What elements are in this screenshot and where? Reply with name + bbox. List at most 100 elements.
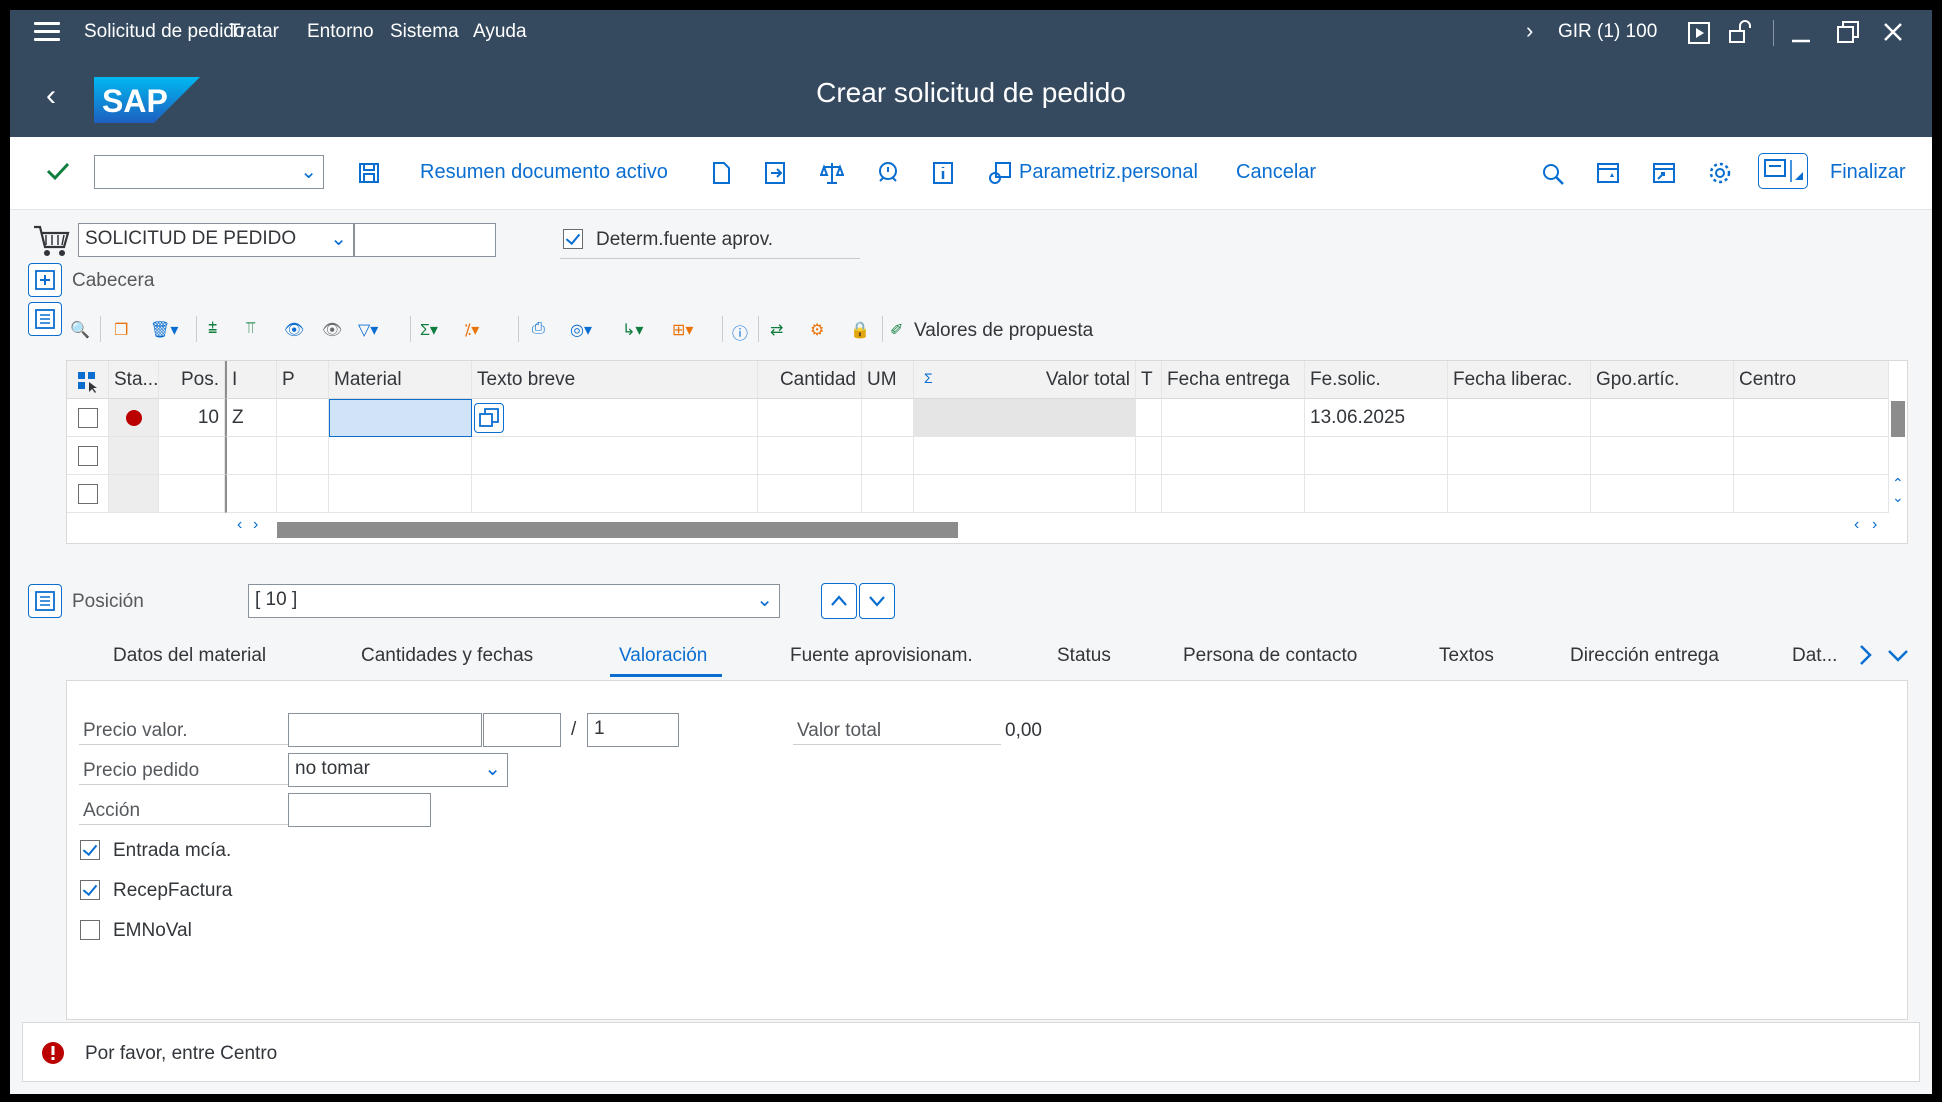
default-values-icon[interactable]: ✐ <box>890 320 903 340</box>
col-release-date[interactable]: Fecha liberac. <box>1448 361 1591 399</box>
chevron-right-icon[interactable]: › <box>1526 18 1533 44</box>
source-determination-checkbox[interactable] <box>563 229 583 249</box>
quantity-cell[interactable] <box>758 399 862 437</box>
command-field[interactable]: ⌄ <box>94 155 324 189</box>
scroll-thumb[interactable] <box>277 522 958 538</box>
scroll-left-icon[interactable]: ‹ <box>1854 516 1859 534</box>
help-search-icon[interactable] <box>876 161 900 185</box>
print-icon[interactable]: ⎙ <box>532 320 545 338</box>
personal-settings-icon[interactable] <box>988 161 1012 185</box>
menu-entorno[interactable]: Entorno <box>307 21 374 43</box>
tab-texts[interactable]: Textos <box>1439 645 1494 667</box>
personal-settings-button[interactable]: Parametriz.personal <box>1019 161 1198 184</box>
plant-cell[interactable] <box>1734 399 1889 437</box>
price-unit-input[interactable]: 1 <box>587 713 679 747</box>
col-p[interactable]: P <box>277 361 329 399</box>
sort-ascending-icon[interactable]: ⩲ <box>208 320 217 338</box>
close-icon[interactable] <box>1882 21 1904 43</box>
col-position[interactable]: Pos. <box>159 361 225 399</box>
save-icon[interactable] <box>358 162 380 184</box>
default-values-button[interactable]: Valores de propuesta <box>914 320 1093 342</box>
quantity-cell[interactable] <box>758 437 862 475</box>
p-cell[interactable] <box>277 399 329 437</box>
minimize-icon[interactable] <box>1790 22 1812 44</box>
new-window-icon[interactable] <box>1596 161 1620 185</box>
horizontal-scrollbar[interactable]: ‹ › ‹ › <box>67 516 1907 543</box>
col-t[interactable]: T <box>1136 361 1162 399</box>
t-cell[interactable] <box>1136 399 1162 437</box>
services-icon[interactable]: ⚙ <box>810 320 824 340</box>
col-request-date[interactable]: Fe.solic. <box>1305 361 1448 399</box>
col-short-text[interactable]: Texto breve <box>472 361 758 399</box>
tab-valuation[interactable]: Valoración <box>619 645 707 667</box>
scroll-thumb[interactable] <box>1891 401 1905 437</box>
row-checkbox[interactable] <box>78 408 98 428</box>
request-date-cell[interactable]: 13.06.2025 <box>1305 399 1448 437</box>
finish-button[interactable]: Finalizar <box>1830 161 1906 184</box>
action-input[interactable] <box>288 793 431 827</box>
scroll-down-icon[interactable]: ⌄ <box>1892 489 1904 506</box>
chevron-down-icon[interactable]: ⌄ <box>300 159 317 184</box>
release-date-cell[interactable] <box>1448 437 1591 475</box>
position-cell[interactable]: 10 <box>159 399 225 437</box>
delivery-date-cell[interactable] <box>1162 475 1305 513</box>
scroll-right-icon[interactable]: › <box>1872 516 1877 534</box>
sort-descending-icon[interactable]: ⫪ <box>246 320 255 338</box>
material-group-cell[interactable] <box>1591 437 1734 475</box>
menu-tratar[interactable]: Tratar <box>229 21 279 43</box>
unlock-icon[interactable] <box>1728 20 1752 44</box>
short-text-cell[interactable] <box>472 399 758 437</box>
col-plant[interactable]: Centro <box>1734 361 1889 399</box>
next-item-button[interactable] <box>859 583 895 619</box>
tab-quantities-dates[interactable]: Cantidades y fechas <box>361 645 533 667</box>
item-category-cell[interactable] <box>225 475 277 513</box>
grid-info-icon[interactable]: ⓘ <box>732 320 748 344</box>
scroll-right-icon[interactable]: › <box>253 516 258 534</box>
customize-layout-button[interactable] <box>1758 153 1808 189</box>
search-icon[interactable] <box>1542 163 1564 185</box>
short-text-cell[interactable] <box>472 475 758 513</box>
col-unit[interactable]: UM <box>862 361 914 399</box>
row-select[interactable] <box>67 437 109 475</box>
subtotal-icon[interactable]: ⁒▾ <box>464 320 479 340</box>
menu-ayuda[interactable]: Ayuda <box>473 21 527 43</box>
restore-icon[interactable] <box>1836 20 1860 44</box>
request-date-cell[interactable] <box>1305 437 1448 475</box>
chevron-down-icon[interactable]: ⌄ <box>756 587 773 612</box>
tab-source-of-supply[interactable]: Fuente aprovisionam. <box>790 645 973 667</box>
col-quantity[interactable]: Cantidad <box>758 361 862 399</box>
item-category-cell[interactable] <box>225 437 277 475</box>
row-select[interactable] <box>67 399 109 437</box>
position-cell[interactable] <box>159 475 225 513</box>
material-cell[interactable] <box>329 437 472 475</box>
layout-icon[interactable]: ⊞▾ <box>672 320 693 340</box>
tab-delivery-address[interactable]: Dirección entrega <box>1570 645 1719 667</box>
col-total-value[interactable]: Σ Valor total <box>914 361 1136 399</box>
position-cell[interactable] <box>159 437 225 475</box>
currency-input[interactable] <box>483 713 561 747</box>
expand-header-button[interactable] <box>28 263 62 297</box>
item-category-cell[interactable]: Z <box>225 399 277 437</box>
delete-row-icon[interactable]: 🗑▾ <box>150 320 178 340</box>
tab-contact-person[interactable]: Persona de contacto <box>1183 645 1357 667</box>
document-overview-icon[interactable]: ⇄ <box>770 320 783 340</box>
unit-cell[interactable] <box>862 399 914 437</box>
menu-sistema[interactable]: Sistema <box>390 21 459 43</box>
p-cell[interactable] <box>277 475 329 513</box>
material-group-cell[interactable] <box>1591 399 1734 437</box>
invoice-receipt-checkbox[interactable] <box>80 880 100 900</box>
scroll-left-icon[interactable]: ‹ <box>237 516 242 534</box>
chevron-down-icon[interactable] <box>1887 648 1909 664</box>
balance-scale-icon[interactable] <box>820 161 844 185</box>
unit-cell[interactable] <box>862 437 914 475</box>
short-text-cell[interactable] <box>472 437 758 475</box>
filter-icon[interactable]: ▽▾ <box>358 320 378 340</box>
sum-icon[interactable]: Σ▾ <box>420 320 438 340</box>
col-status[interactable]: Sta... <box>109 361 159 399</box>
doc-type-select[interactable]: SOLICITUD DE PEDIDO ⌄ <box>78 223 354 257</box>
hamburger-menu-icon[interactable] <box>34 22 60 42</box>
order-price-select[interactable]: no tomar ⌄ <box>288 753 508 787</box>
release-date-cell[interactable] <box>1448 475 1591 513</box>
find-next-icon[interactable]: 👁 <box>322 320 342 340</box>
valuation-price-input[interactable] <box>288 713 482 747</box>
